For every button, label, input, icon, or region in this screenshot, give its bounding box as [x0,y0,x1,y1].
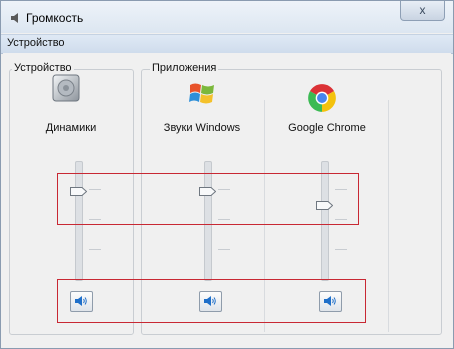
channel-label-windows-sounds: Звуки Windows [163,122,241,134]
applications-group-title: Приложения [150,62,219,74]
speaker-device-icon [52,74,80,102]
windows-logo-icon [189,83,214,104]
highlight-box-sliders [57,173,359,225]
volume-app-icon [11,13,18,23]
column-separator [388,100,389,332]
highlight-box-mute-buttons [57,279,366,323]
menu-bar: Устройство [1,34,453,54]
window-title: Громкость [26,11,84,25]
volume-mixer-window: Громкость x Устройство Устройство Прилож… [0,0,454,349]
chrome-logo-icon [308,84,336,112]
menu-device[interactable]: Устройство [7,37,65,49]
channel-label-google-chrome: Google Chrome [288,122,366,134]
title-bar[interactable]: Громкость x [1,1,453,33]
close-button[interactable]: x [400,1,445,21]
mixer-panel: Устройство Приложения Динамики Звуки Win… [3,53,451,345]
channel-label-speakers: Динамики [45,122,97,134]
